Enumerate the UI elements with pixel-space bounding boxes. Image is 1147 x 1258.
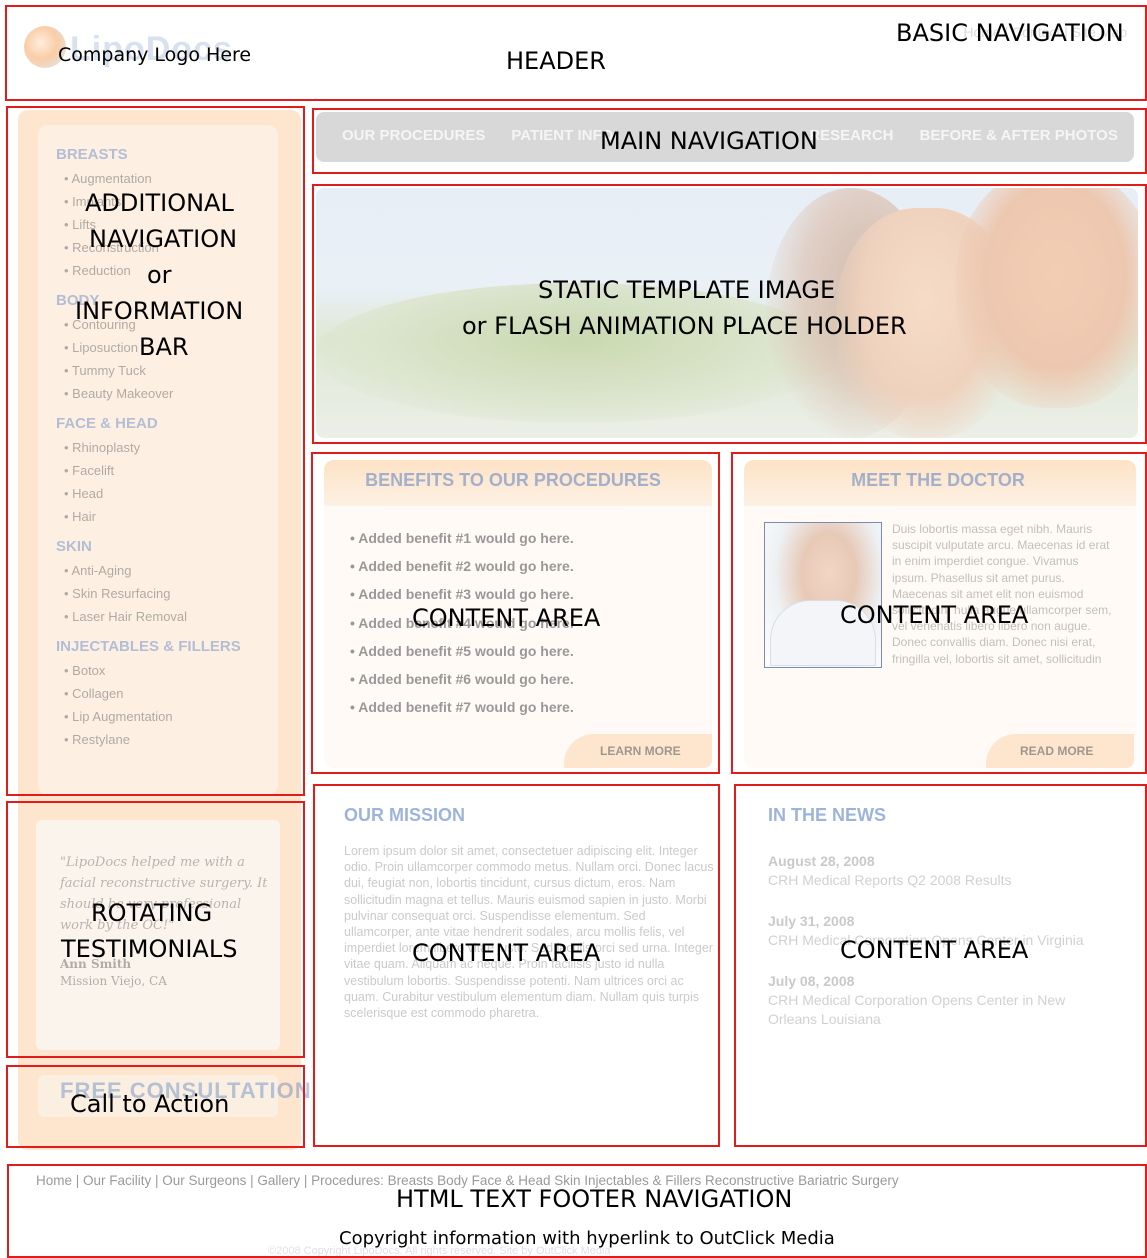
news-content-label: CONTENT AREA [840, 936, 1029, 964]
footer-nav-label: HTML TEXT FOOTER NAVIGATION [396, 1185, 793, 1213]
sidebar-label-line: NAVIGATION [89, 225, 238, 253]
sidebar-label-line: BAR [139, 333, 189, 361]
footer-copyright-label: Copyright information with hyperlink to … [339, 1228, 835, 1249]
sidebar-label-line: ADDITIONAL [85, 189, 234, 217]
sidebar-label-line: or [147, 261, 172, 289]
benefits-content-label: CONTENT AREA [412, 604, 601, 632]
company-logo-placeholder[interactable]: Company Logo Here [58, 44, 251, 66]
doctor-content-label: CONTENT AREA [840, 601, 1029, 629]
mission-content-label: CONTENT AREA [412, 939, 601, 967]
testimonial-label-line: ROTATING [91, 899, 213, 927]
header-label: HEADER [506, 47, 606, 75]
testimonial-label-line: TESTIMONIALS [61, 935, 238, 963]
hero-label-line: or FLASH ANIMATION PLACE HOLDER [462, 312, 907, 340]
sidebar-label-line: INFORMATION [75, 297, 244, 325]
hero-label-line: STATIC TEMPLATE IMAGE [538, 276, 836, 304]
basic-navigation-label: BASIC NAVIGATION [896, 19, 1124, 47]
main-nav-label: MAIN NAVIGATION [600, 127, 818, 155]
cta-label: Call to Action [70, 1090, 230, 1118]
